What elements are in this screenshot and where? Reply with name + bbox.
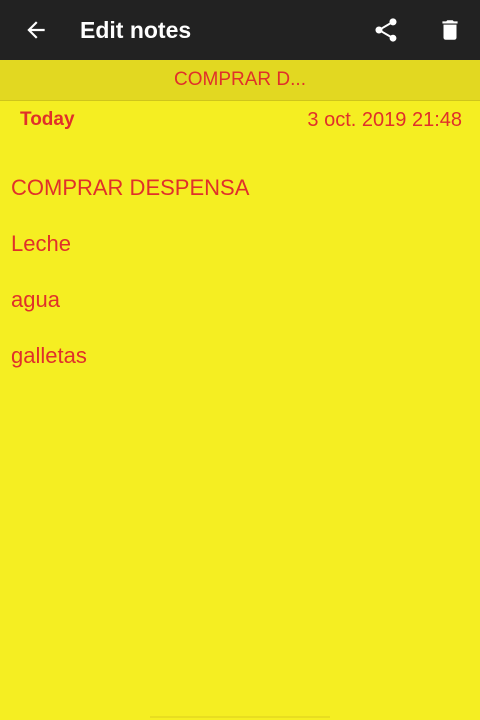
note-datetime: 3 oct. 2019 21:48 — [307, 109, 462, 131]
page-title: Edit notes — [80, 17, 192, 43]
note-meta: Today 3 oct. 2019 21:48 — [0, 104, 480, 136]
trash-icon — [442, 20, 458, 40]
arrow-left-icon — [27, 21, 45, 39]
app-bar: Edit notes — [0, 0, 480, 60]
note-line: COMPRAR DESPENSA — [11, 175, 250, 200]
note-body[interactable]: COMPRAR DESPENSA Leche agua galletas — [11, 146, 471, 398]
delete-button[interactable] — [434, 14, 466, 46]
note-title: COMPRAR D... — [174, 69, 306, 90]
share-button[interactable] — [370, 14, 402, 46]
note-title-bar[interactable]: COMPRAR D... — [0, 60, 480, 101]
back-button[interactable] — [22, 16, 50, 44]
note-line: agua — [11, 287, 60, 312]
note-line: Leche — [11, 231, 71, 256]
note-line: galletas — [11, 343, 87, 368]
day-label: Today — [20, 109, 75, 130]
share-icon — [375, 18, 397, 42]
divider — [150, 716, 330, 718]
